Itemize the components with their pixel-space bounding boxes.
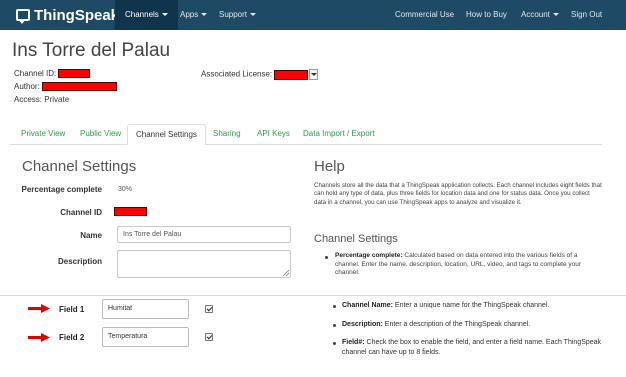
description-textarea[interactable] [117, 250, 291, 278]
nav-channels[interactable]: Channels [115, 0, 178, 30]
chevron-down-icon [250, 13, 257, 17]
nav-support[interactable]: Support [209, 0, 266, 30]
field-1-input[interactable]: Humitat [102, 299, 189, 319]
access-label: Access: [14, 95, 43, 104]
channel-id-label: Channel ID: [14, 69, 57, 78]
section-divider [0, 295, 626, 296]
field-1-checkbox[interactable] [205, 305, 213, 313]
nav-sign-out[interactable]: Sign Out [561, 0, 612, 30]
field-2-label: Field 2 [59, 333, 85, 342]
redacted-channel-id [58, 69, 91, 79]
bullet-dot [333, 324, 336, 327]
speech-bubble-icon [16, 9, 30, 24]
red-arrow-icon [28, 333, 50, 342]
tab-api-keys[interactable]: API Keys [249, 124, 298, 145]
description-label: Description [57, 257, 102, 266]
author-meta: Author: [14, 82, 118, 92]
help-channel-name: Channel Name: Enter a unique name for th… [342, 302, 550, 309]
field-1-label: Field 1 [59, 305, 85, 314]
chevron-down-icon [161, 13, 168, 17]
bullet-dot [333, 342, 336, 345]
redacted-author [42, 82, 118, 92]
help-paragraph: Channels store all the data that a Thing… [314, 182, 602, 206]
percentage-label: Percentage complete [21, 185, 102, 194]
red-arrow-icon [28, 304, 50, 313]
help-title: Help [314, 158, 345, 175]
author-label: Author: [14, 82, 40, 91]
select-arrow-icon[interactable] [309, 69, 319, 80]
top-navbar: ThingSpeak ™ Channels Apps Support Comme… [0, 0, 626, 30]
tab-data-import-export[interactable]: Data Import / Export [295, 124, 383, 145]
license-label: Associated License: [201, 69, 273, 79]
percentage-value: 30% [118, 186, 133, 193]
bullet-dot [325, 256, 328, 259]
tab-private-view[interactable]: Private View [13, 124, 73, 145]
field-2-input[interactable]: Temperatura [102, 327, 189, 347]
redacted-channel-id-value [114, 207, 147, 216]
chevron-down-icon [201, 13, 208, 17]
help-bullet-percentage: Percentage complete: Calculated based on… [335, 252, 582, 276]
bullet-dot [333, 305, 336, 308]
channel-id-label: Channel ID [60, 208, 102, 217]
access-value: Private [44, 95, 70, 104]
brand-logo[interactable]: ThingSpeak ™ [16, 5, 127, 25]
help-field: Field#: Check the box to enable the fiel… [342, 339, 602, 356]
help-channel-settings-subtitle: Channel Settings [314, 233, 398, 245]
access-meta: Access: Private [14, 95, 69, 104]
channel-id-meta: Channel ID: [14, 69, 91, 79]
nav-how-to-buy[interactable]: How to Buy [456, 0, 517, 30]
field-2-checkbox[interactable] [205, 333, 213, 341]
brand-name: ThingSpeak [34, 6, 120, 24]
page-title: Ins Torre del Palau [12, 40, 171, 61]
name-label: Name [80, 231, 102, 240]
resize-grip-icon[interactable] [283, 270, 289, 276]
nav-commercial-use[interactable]: Commercial Use [385, 0, 464, 30]
name-input[interactable]: Ins Torre del Palau [117, 226, 291, 243]
chevron-down-icon [552, 13, 559, 17]
channel-settings-title: Channel Settings [22, 158, 137, 175]
tab-channel-settings[interactable]: Channel Settings [127, 124, 206, 145]
license-meta: Associated License: [201, 69, 319, 80]
license-select[interactable] [274, 69, 309, 80]
help-description: Description: Enter a description of the … [342, 321, 531, 328]
tab-sharing[interactable]: Sharing [205, 124, 249, 145]
tab-public-view[interactable]: Public View [72, 124, 129, 145]
